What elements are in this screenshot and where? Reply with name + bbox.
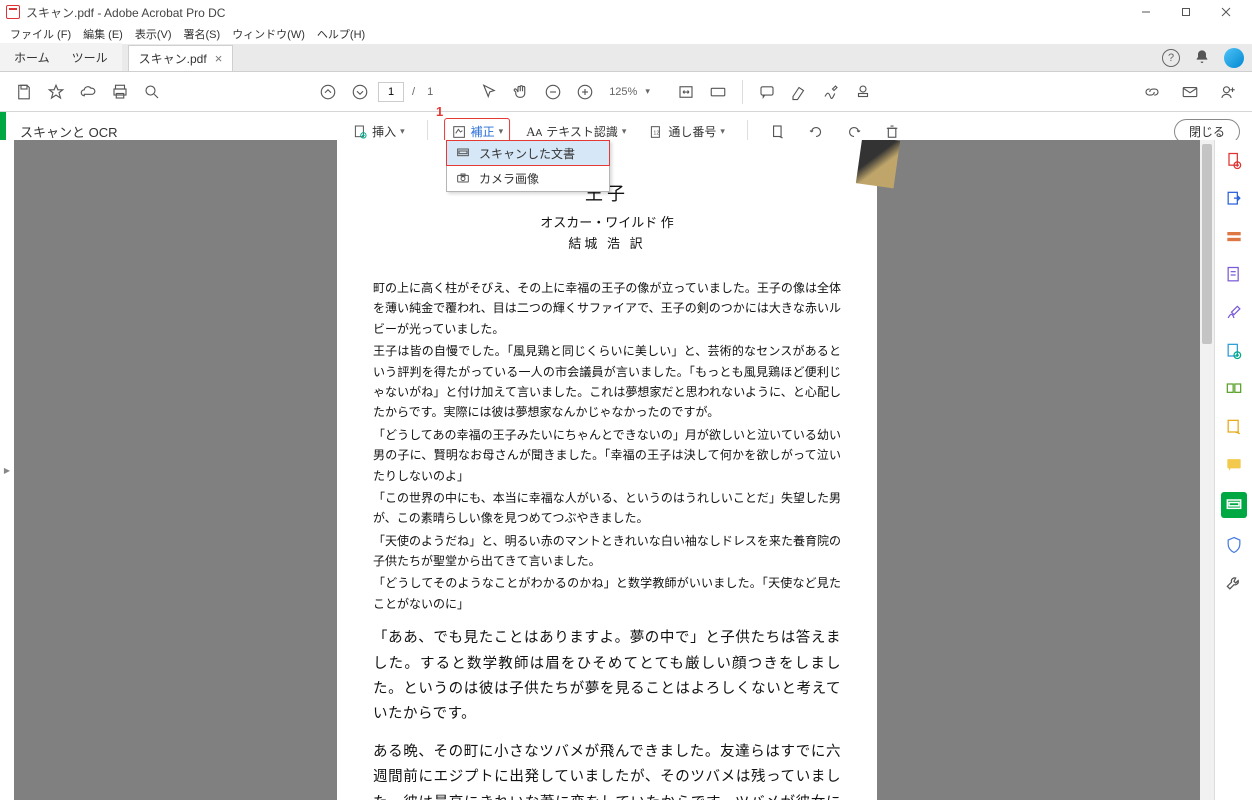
correct-dropdown: スキャンした文書 カメラ画像 xyxy=(446,140,610,192)
left-panel-toggle[interactable] xyxy=(0,140,14,800)
page-down-button[interactable] xyxy=(346,78,374,106)
tab-tools[interactable]: ツール xyxy=(72,49,108,66)
cloud-button[interactable] xyxy=(74,78,102,106)
dropdown-item-camera-image[interactable]: カメラ画像 xyxy=(447,165,609,191)
rail-scan-ocr[interactable] xyxy=(1221,492,1247,518)
rail-organize[interactable] xyxy=(1223,340,1245,362)
bates-label: 通し番号 xyxy=(668,123,716,140)
rail-fill-sign[interactable] xyxy=(1223,302,1245,324)
dropdown-item-label: スキャンした文書 xyxy=(479,145,575,162)
stamp-button[interactable] xyxy=(849,78,877,106)
vertical-scrollbar[interactable] xyxy=(1200,140,1214,800)
tab-close-icon[interactable]: × xyxy=(215,51,223,66)
workspace: 王子 オスカー・ワイルド 作 結城 浩 訳 町の上に高く柱がそびえ、その上に幸福… xyxy=(0,140,1252,800)
dropdown-item-label: カメラ画像 xyxy=(479,170,539,187)
avatar[interactable] xyxy=(1224,48,1244,68)
rail-redact[interactable] xyxy=(1223,226,1245,248)
menu-help[interactable]: ヘルプ(H) xyxy=(317,26,365,42)
page-up-button[interactable] xyxy=(314,78,342,106)
zoom-caret-icon[interactable]: ▾ xyxy=(645,86,650,97)
minimize-button[interactable] xyxy=(1126,0,1166,24)
email-button[interactable] xyxy=(1176,78,1204,106)
page-corner-artifact xyxy=(856,140,900,188)
rail-more-tools[interactable] xyxy=(1223,572,1245,594)
pdf-page: 王子 オスカー・ワイルド 作 結城 浩 訳 町の上に高く柱がそびえ、その上に幸福… xyxy=(337,140,877,800)
titlebar: スキャン.pdf - Adobe Acrobat Pro DC xyxy=(0,0,1252,24)
caret-icon: ▾ xyxy=(720,126,725,137)
maximize-button[interactable] xyxy=(1166,0,1206,24)
menu-edit[interactable]: 編集 (E) xyxy=(83,26,123,42)
paragraph: 「どうしてそのようなことがわかるのかね」と数学教師がいいました。「天使など見たこ… xyxy=(373,573,841,614)
correct-label: 補正 xyxy=(471,123,495,140)
page-total: 1 xyxy=(427,86,433,98)
paragraph: 町の上に高く柱がそびえ、その上に幸福の王子の像が立っていました。王子の像は全体を… xyxy=(373,278,841,339)
comment-button[interactable] xyxy=(753,78,781,106)
notifications-icon[interactable] xyxy=(1194,49,1210,68)
rail-send[interactable] xyxy=(1223,416,1245,438)
keyboard-button[interactable] xyxy=(704,78,732,106)
doc-author: オスカー・ワイルド 作 xyxy=(373,212,841,231)
paragraph: 「どうしてあの幸福の王子みたいにちゃんとできないの」月が欲しいと泣いている幼い男… xyxy=(373,425,841,486)
print-button[interactable] xyxy=(106,78,134,106)
dropdown-item-scanned-doc[interactable]: スキャンした文書 xyxy=(446,140,610,166)
zoom-out-button[interactable] xyxy=(539,78,567,106)
save-button[interactable] xyxy=(10,78,38,106)
caret-icon: ▾ xyxy=(400,126,405,137)
ocr-label: テキスト認識 xyxy=(546,123,618,140)
page-area[interactable]: 王子 オスカー・ワイルド 作 結城 浩 訳 町の上に高く柱がそびえ、その上に幸福… xyxy=(14,140,1200,800)
caret-icon: ▾ xyxy=(622,126,627,137)
tab-document[interactable]: スキャン.pdf × xyxy=(128,45,234,71)
acrobat-icon xyxy=(6,5,20,19)
zoom-value: 125% xyxy=(609,86,637,98)
menu-view[interactable]: 表示(V) xyxy=(135,26,172,42)
right-tool-rail xyxy=(1214,140,1252,800)
help-icon[interactable]: ? xyxy=(1162,49,1180,67)
hand-tool[interactable] xyxy=(507,78,535,106)
insert-label: 挿入 xyxy=(372,123,396,140)
rail-create-pdf[interactable] xyxy=(1223,150,1245,172)
close-button[interactable] xyxy=(1206,0,1246,24)
scrollbar-thumb[interactable] xyxy=(1202,144,1212,344)
highlight-button[interactable] xyxy=(785,78,813,106)
rail-protect[interactable] xyxy=(1223,534,1245,556)
paragraph: ある晩、その町に小さなツバメが飛んできました。友達らはすでに六週間前にエジプトに… xyxy=(373,740,841,800)
share-button[interactable] xyxy=(1214,78,1242,106)
search-button[interactable] xyxy=(138,78,166,106)
star-button[interactable] xyxy=(42,78,70,106)
link-button[interactable] xyxy=(1138,78,1166,106)
sign-button[interactable] xyxy=(817,78,845,106)
main-toolbar: / 1 125% ▾ xyxy=(0,72,1252,112)
paragraph: 「ああ、でも見たことはありますよ。夢の中で」と子供たちは答えました。すると数学教… xyxy=(373,626,841,728)
annotation-1: 1 xyxy=(436,104,443,119)
rail-comment[interactable] xyxy=(1223,454,1245,476)
doc-translator: 結城 浩 訳 xyxy=(373,233,841,252)
select-tool[interactable] xyxy=(475,78,503,106)
page-sep: / xyxy=(412,86,415,98)
rail-edit-pdf[interactable] xyxy=(1223,264,1245,286)
paragraph: 「天使のようだね」と、明るい赤のマントときれいな白い袖なしドレスを来た養育院の子… xyxy=(373,531,841,572)
tab-home[interactable]: ホーム xyxy=(14,49,50,66)
menu-sign[interactable]: 署名(S) xyxy=(184,26,221,42)
tab-row: ホーム ツール スキャン.pdf × ? xyxy=(0,44,1252,72)
paragraph: 「この世界の中にも、本当に幸福な人がいる、というのはうれしいことだ」失望した男が… xyxy=(373,488,841,529)
page-number-input[interactable] xyxy=(378,82,404,102)
rail-combine[interactable] xyxy=(1223,378,1245,400)
rail-export-pdf[interactable] xyxy=(1223,188,1245,210)
window-title: スキャン.pdf - Adobe Acrobat Pro DC xyxy=(26,4,225,21)
menu-window[interactable]: ウィンドウ(W) xyxy=(232,26,305,42)
svg-text:12: 12 xyxy=(654,130,660,136)
menu-file[interactable]: ファイル (F) xyxy=(10,26,71,42)
zoom-in-button[interactable] xyxy=(571,78,599,106)
caret-icon: ▾ xyxy=(499,126,504,137)
paragraph: 王子は皆の自慢でした。「風見鶏と同じくらいに美しい」と、芸術的なセンスがあるとい… xyxy=(373,341,841,423)
tab-document-label: スキャン.pdf xyxy=(139,50,207,67)
scan-ocr-title: スキャンと OCR xyxy=(6,122,132,141)
menubar: ファイル (F) 編集 (E) 表示(V) 署名(S) ウィンドウ(W) ヘルプ… xyxy=(0,24,1252,44)
fit-width-button[interactable] xyxy=(672,78,700,106)
